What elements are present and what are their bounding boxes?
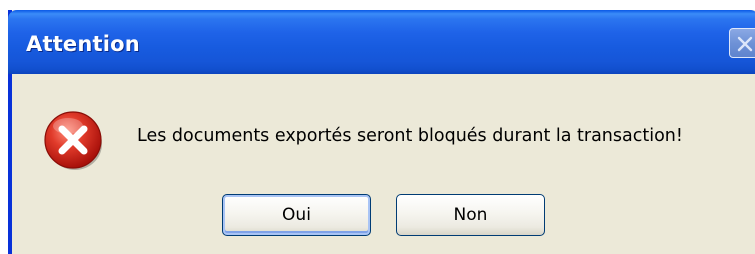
alert-dialog: Attention Les documents exportés seront … xyxy=(8,10,755,254)
yes-button[interactable]: Oui xyxy=(222,194,371,236)
close-icon xyxy=(737,36,753,52)
dialog-body: Les documents exportés seront bloqués du… xyxy=(12,74,755,254)
dialog-message: Les documents exportés seront bloqués du… xyxy=(137,126,683,146)
close-button[interactable] xyxy=(729,28,755,58)
no-button[interactable]: Non xyxy=(396,194,545,236)
dialog-title: Attention xyxy=(26,32,140,56)
title-bar[interactable]: Attention xyxy=(8,10,755,74)
error-icon xyxy=(44,111,102,170)
